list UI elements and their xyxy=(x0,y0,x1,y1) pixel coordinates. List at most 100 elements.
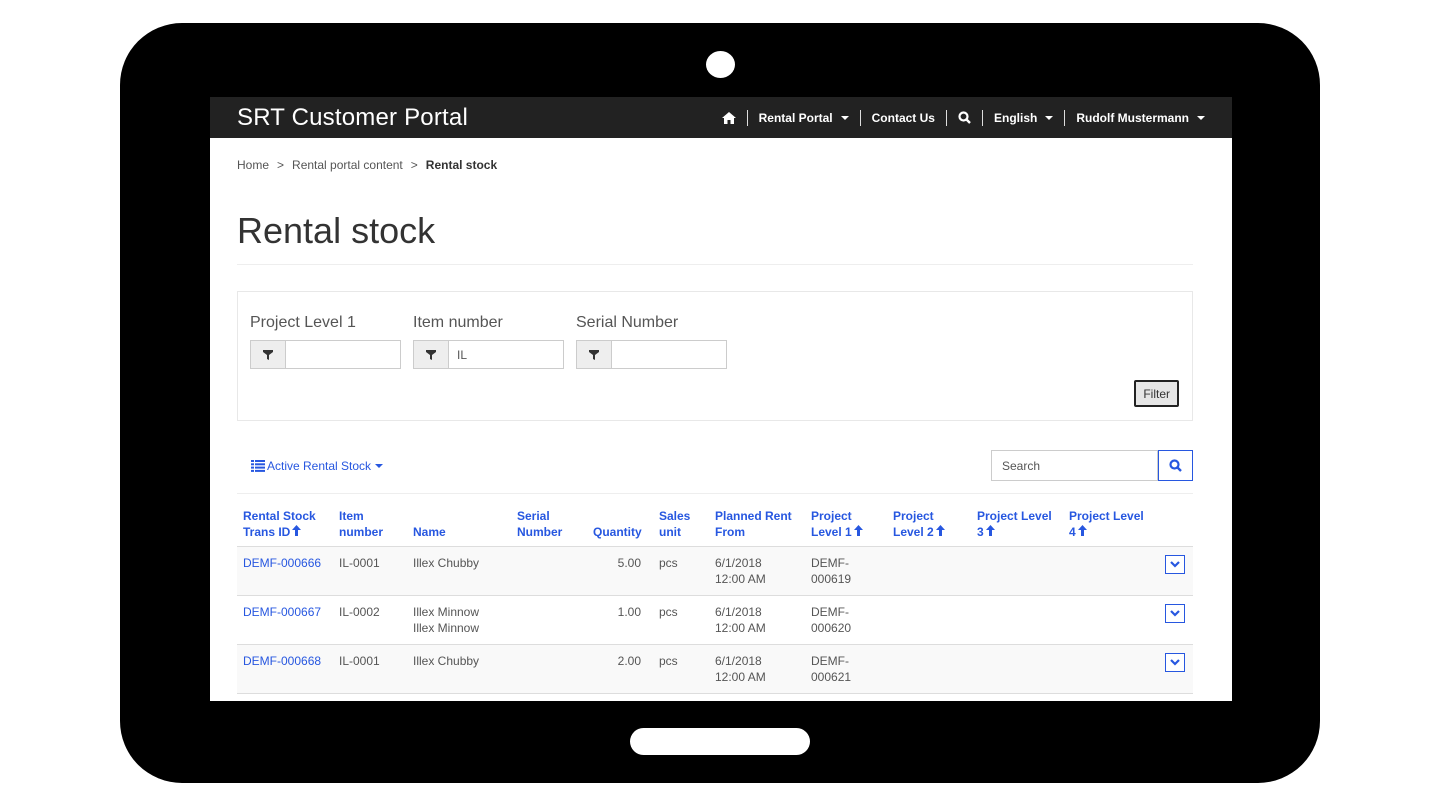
column-header-line1: Planned Rent xyxy=(715,509,792,523)
column-header-actions xyxy=(1153,508,1193,547)
column-header-line2: Level 2 xyxy=(893,524,965,540)
breadcrumb-current: Rental stock xyxy=(425,158,498,172)
column-header[interactable]: Project Level 1 xyxy=(805,508,887,547)
column-header[interactable]: Project Level 4 xyxy=(1063,508,1153,547)
column-header-line1: Project xyxy=(893,509,934,523)
column-header-line2: 3 xyxy=(977,524,1057,540)
column-header-label: Trans ID xyxy=(243,525,291,539)
column-header-line1: Rental Stock xyxy=(243,509,316,523)
sort-ascending-icon[interactable] xyxy=(292,524,302,540)
nav-language-label: English xyxy=(993,110,1038,125)
breadcrumb-separator: > xyxy=(410,158,418,172)
home-icon[interactable] xyxy=(721,111,736,124)
sort-ascending-icon[interactable] xyxy=(1077,524,1087,540)
column-header[interactable]: Name xyxy=(407,508,511,547)
sort-ascending-icon[interactable] xyxy=(853,524,863,540)
rental-stock-table: Rental Stock Trans ID Item number Name Seria… xyxy=(237,508,1193,694)
filter-icon[interactable] xyxy=(576,340,611,369)
filter-label: Item number xyxy=(413,314,503,331)
column-header-label: 3 xyxy=(977,525,984,539)
column-header[interactable]: Project Level 2 xyxy=(887,508,971,547)
cell-item-number: IL-0001 xyxy=(333,644,407,694)
column-header-line2: Level 1 xyxy=(811,524,881,540)
table-row[interactable]: DEMF-000667 IL-0002 Illex Minnow Illex Minn… xyxy=(237,595,1193,645)
cell-project-level-1-text: DEMF- xyxy=(811,654,849,668)
sort-ascending-icon[interactable] xyxy=(985,524,995,540)
table-row[interactable]: DEMF-000668 IL-0001 Illex Chubby 2.00 pcs 6/1… xyxy=(237,644,1193,694)
cell-sales-unit-text: pcs xyxy=(659,654,678,668)
view-selector-label: Active Rental Stock xyxy=(267,458,372,473)
column-header[interactable]: Project Level 3 xyxy=(971,508,1063,547)
table-row[interactable]: DEMF-000666 IL-0001 Illex Chubby 5.00 pcs 6/1… xyxy=(237,546,1193,596)
cell-project-level-2 xyxy=(887,595,971,645)
sort-ascending-icon[interactable] xyxy=(935,524,945,540)
cell-sales-unit: pcs xyxy=(653,546,709,596)
cell-name-text: Illex Chubby xyxy=(413,654,480,668)
cell-actions xyxy=(1153,546,1193,596)
cell-name-text: Illex Minnow xyxy=(413,621,480,635)
cell-quantity: 5.00 xyxy=(587,546,653,596)
item-number-input[interactable] xyxy=(448,340,564,369)
column-header-line2: From xyxy=(715,524,799,540)
breadcrumb-home[interactable]: Home xyxy=(237,158,269,172)
breadcrumb-rental-portal-content[interactable]: Rental portal content xyxy=(292,158,403,172)
nav-language[interactable]: English xyxy=(993,110,1054,125)
serial-number-input[interactable] xyxy=(611,340,727,369)
grid-toolbar: Active Rental Stock xyxy=(237,450,1193,481)
cell-actions xyxy=(1153,644,1193,694)
cell-project-level-4 xyxy=(1063,644,1153,694)
column-header[interactable]: Sales unit xyxy=(653,508,709,547)
cell-project-level-3 xyxy=(971,595,1063,645)
project-level-1-input[interactable] xyxy=(285,340,401,369)
caret-down-icon xyxy=(375,463,384,468)
column-header-label: unit xyxy=(659,525,681,539)
column-header-label: Level 1 xyxy=(811,525,852,539)
cell-trans-id-text[interactable]: DEMF-000667 xyxy=(243,604,327,620)
search-icon[interactable] xyxy=(958,111,971,124)
filter-button[interactable]: Filter xyxy=(1134,380,1179,407)
grid-search xyxy=(991,450,1193,481)
cell-quantity: 1.00 xyxy=(587,595,653,645)
page-title: Rental stock xyxy=(237,210,436,251)
grid-search-input[interactable] xyxy=(991,450,1158,481)
cell-serial-number xyxy=(511,595,587,645)
nav-rental-portal[interactable]: Rental Portal xyxy=(759,111,849,125)
column-header-line2: Name xyxy=(413,524,505,540)
cell-trans-id[interactable]: DEMF-000668 xyxy=(237,644,333,694)
cell-trans-id-text[interactable]: DEMF-000668 xyxy=(243,653,327,669)
cell-trans-id-text[interactable]: DEMF-000666 xyxy=(243,555,327,571)
nav-separator xyxy=(1064,109,1066,126)
row-actions-dropdown-button[interactable] xyxy=(1165,604,1185,623)
row-actions-dropdown-button[interactable] xyxy=(1165,555,1185,574)
cell-project-level-1: DEMF- 000620 xyxy=(805,595,887,645)
cell-planned-rent-from-text: 6/1/2018 xyxy=(715,605,762,619)
home-button[interactable] xyxy=(630,728,810,755)
filter-icon[interactable] xyxy=(250,340,285,369)
column-header[interactable]: Planned Rent From xyxy=(709,508,805,547)
column-header[interactable]: Serial Number xyxy=(511,508,587,547)
column-header[interactable]: Quantity xyxy=(587,508,653,547)
brand-title[interactable]: SRT Customer Portal xyxy=(237,104,468,132)
cell-project-level-3 xyxy=(971,546,1063,596)
column-header[interactable]: Rental Stock Trans ID xyxy=(237,508,333,547)
breadcrumb-separator: > xyxy=(277,158,285,172)
caret-down-icon xyxy=(1197,115,1205,120)
grid-search-button[interactable] xyxy=(1158,450,1193,481)
cell-item-number-text: IL-0001 xyxy=(339,654,380,668)
column-header[interactable]: Item number xyxy=(333,508,407,547)
cell-sales-unit-text: pcs xyxy=(659,605,678,619)
cell-trans-id[interactable]: DEMF-000666 xyxy=(237,546,333,596)
cell-quantity: 2.00 xyxy=(587,644,653,694)
nav-user-menu[interactable]: Rudolf Mustermann xyxy=(1076,111,1205,125)
caret-down-icon xyxy=(840,115,849,120)
nav-contact-us[interactable]: Contact Us xyxy=(872,111,935,125)
cell-planned-rent-from: 6/1/2018 12:00 AM xyxy=(709,644,805,694)
column-header-line1: Project Level xyxy=(1069,509,1144,523)
cell-trans-id[interactable]: DEMF-000667 xyxy=(237,595,333,645)
column-header-label: 4 xyxy=(1069,525,1076,539)
navbar: SRT Customer Portal Rental Portal Contac… xyxy=(210,97,1232,138)
view-selector[interactable]: Active Rental Stock xyxy=(251,458,384,473)
row-actions-dropdown-button[interactable] xyxy=(1165,653,1185,672)
column-header-line1: Project Level xyxy=(977,509,1052,523)
filter-icon[interactable] xyxy=(413,340,448,369)
